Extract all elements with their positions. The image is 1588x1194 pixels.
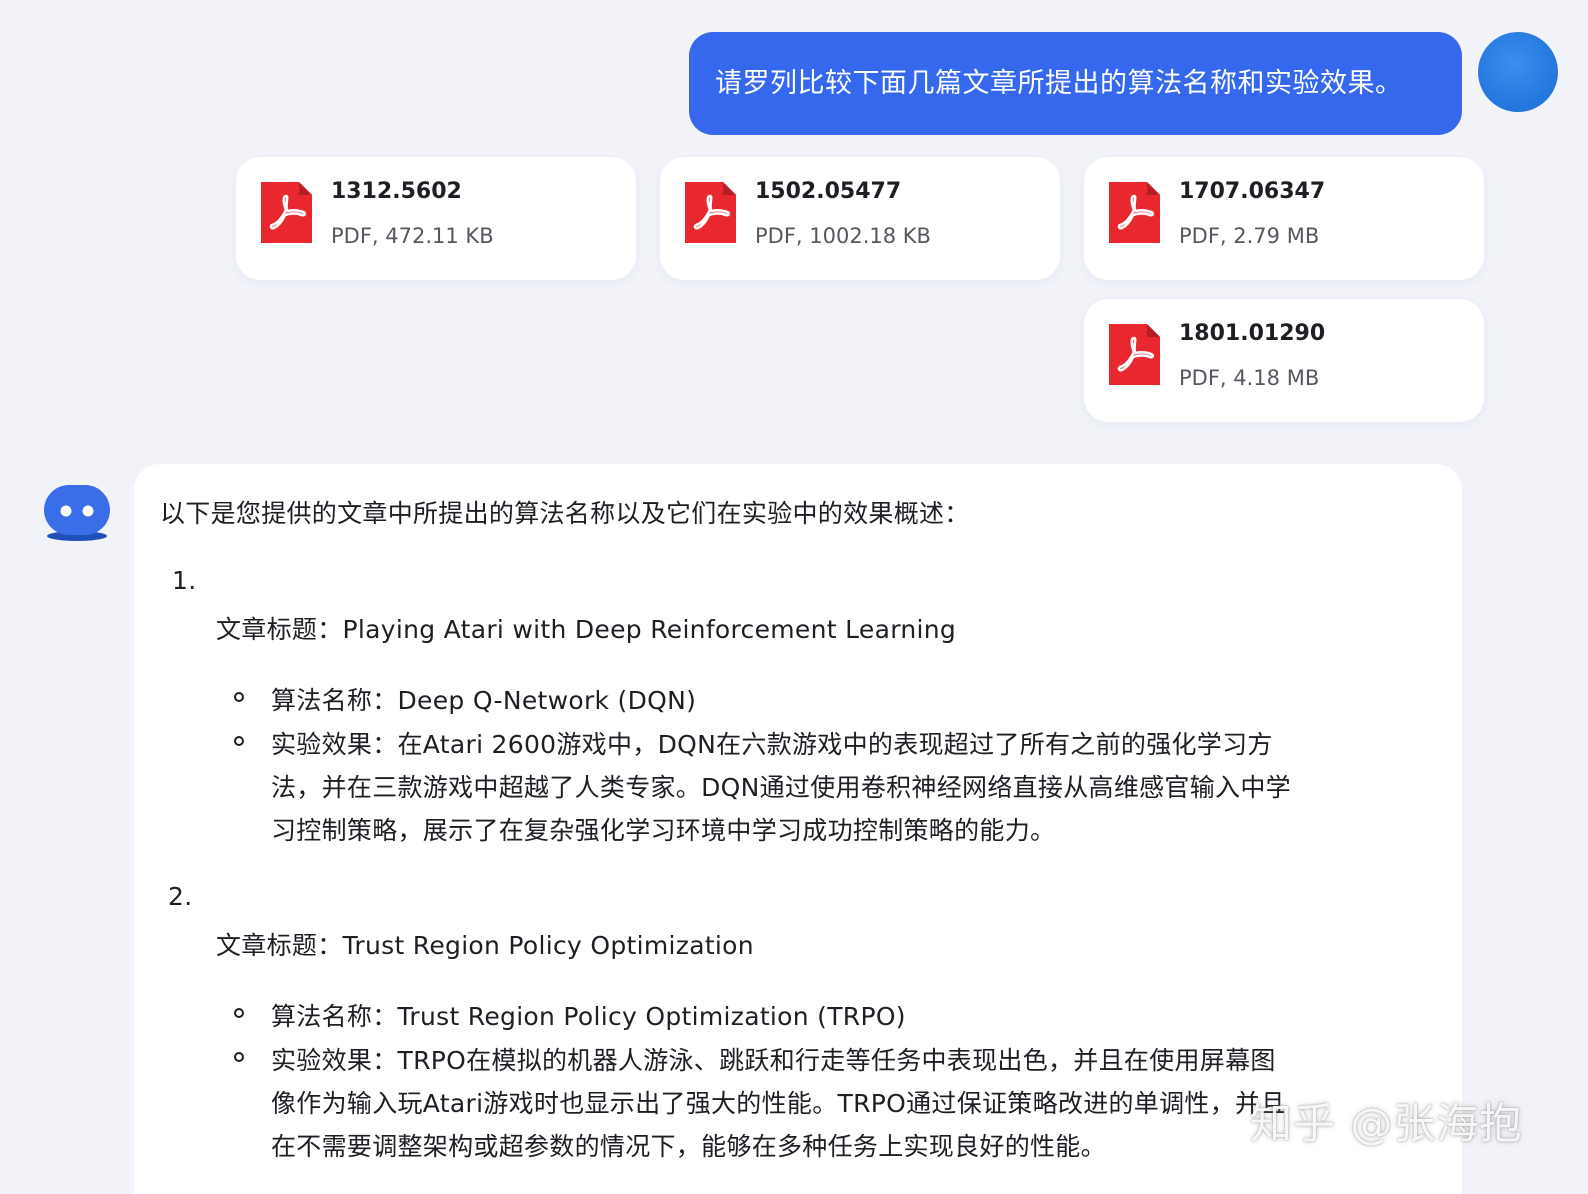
pdf-icon: [685, 182, 736, 243]
result-line: 习控制策略，展示了在复杂强化学习环境中学习成功控制策略的能力。: [271, 816, 1056, 845]
file-card-2[interactable]: 1502.05477 PDF, 1002.18 KB: [660, 157, 1060, 280]
bullet-circle-icon: [234, 692, 244, 702]
file-card-3[interactable]: 1707.06347 PDF, 2.79 MB: [1084, 157, 1484, 280]
file-name: 1801.01290: [1179, 321, 1326, 346]
result-line: 在不需要调整架构或超参数的情况下，能够在多种任务上实现良好的性能。: [271, 1132, 1106, 1161]
bot-avatar-icon: [44, 485, 110, 541]
chat-view: 请罗列比较下面几篇文章所提出的算法名称和实验效果。 1312.5602 PDF,…: [0, 0, 1588, 1194]
result-line: 实验效果：在Atari 2600游戏中，DQN在六款游戏中的表现超过了所有之前的…: [271, 730, 1273, 759]
bot-message-bubble: 以下是您提供的文章中所提出的算法名称以及它们在实验中的效果概述： 1. 文章标题…: [134, 464, 1462, 1194]
pdf-icon: [1109, 182, 1160, 243]
result-line: 法，并在三款游戏中超越了人类专家。DQN通过使用卷积神经网络直接从高维感官输入中…: [271, 773, 1291, 802]
list-item-number: 1.: [172, 566, 197, 595]
file-meta: PDF, 4.18 MB: [1179, 366, 1320, 390]
file-card-4[interactable]: 1801.01290 PDF, 4.18 MB: [1084, 299, 1484, 422]
pdf-icon: [261, 182, 312, 243]
user-message-bubble: 请罗列比较下面几篇文章所提出的算法名称和实验效果。: [689, 32, 1462, 135]
user-avatar[interactable]: [1478, 32, 1558, 112]
watermark: 知乎 @张海抱: [1250, 1099, 1523, 1148]
file-card-1[interactable]: 1312.5602 PDF, 472.11 KB: [236, 157, 636, 280]
file-meta: PDF, 472.11 KB: [331, 224, 494, 248]
file-name: 1312.5602: [331, 179, 462, 204]
file-name: 1707.06347: [1179, 179, 1326, 204]
bullet-circle-icon: [234, 736, 244, 746]
result-line: 像作为输入玩Atari游戏时也显示出了强大的性能。TRPO通过保证策略改进的单调…: [271, 1089, 1286, 1118]
bot-intro-text: 以下是您提供的文章中所提出的算法名称以及它们在实验中的效果概述：: [160, 499, 970, 528]
article-title: 文章标题：Playing Atari with Deep Reinforceme…: [216, 615, 957, 644]
result-line: 实验效果：TRPO在模拟的机器人游泳、跳跃和行走等任务中表现出色，并且在使用屏幕…: [271, 1046, 1276, 1075]
user-message-text: 请罗列比较下面几篇文章所提出的算法名称和实验效果。: [715, 68, 1403, 99]
pdf-icon: [1109, 324, 1160, 385]
bullet-circle-icon: [234, 1052, 244, 1062]
article-title: 文章标题：Trust Region Policy Optimization: [216, 931, 754, 960]
algorithm-name: 算法名称：Trust Region Policy Optimization (T…: [271, 1002, 906, 1031]
algorithm-name: 算法名称：Deep Q-Network (DQN): [271, 686, 697, 715]
file-name: 1502.05477: [755, 179, 902, 204]
file-meta: PDF, 2.79 MB: [1179, 224, 1320, 248]
file-meta: PDF, 1002.18 KB: [755, 224, 931, 248]
bullet-circle-icon: [234, 1008, 244, 1018]
list-item-number: 2.: [168, 882, 193, 911]
